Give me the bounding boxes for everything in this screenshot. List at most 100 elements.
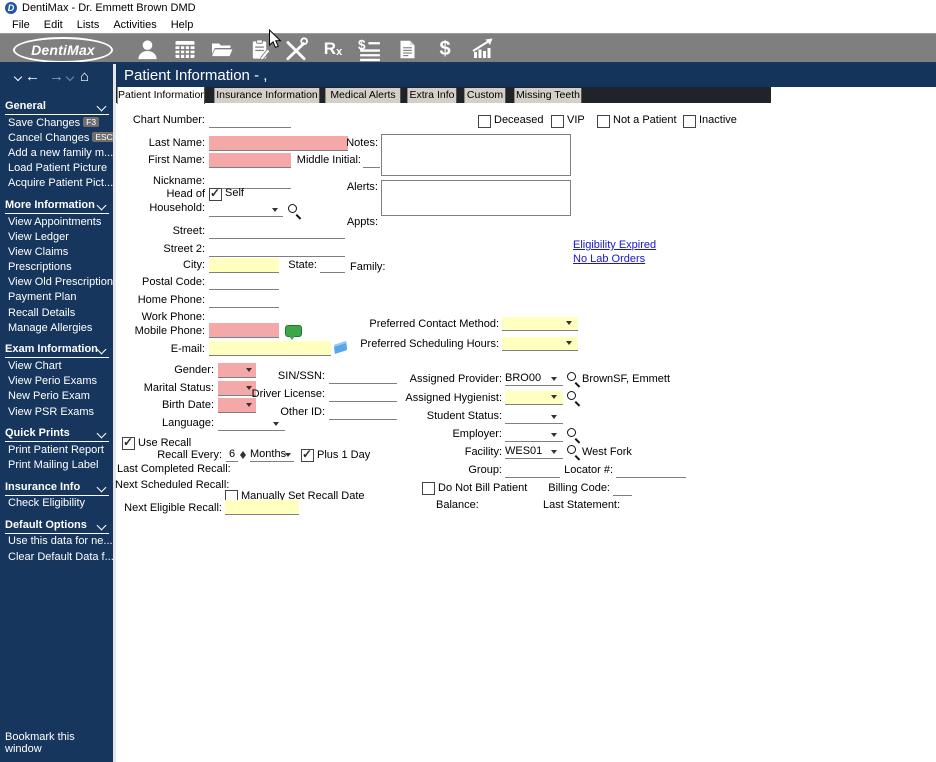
other-id-input[interactable]: [329, 406, 397, 420]
dropdown-arrow-icon[interactable]: [551, 377, 557, 384]
menu-activities[interactable]: Activities: [106, 19, 163, 31]
menu-lists[interactable]: Lists: [70, 19, 107, 31]
use-recall-checkbox[interactable]: [122, 437, 135, 450]
section-header-insurance-info[interactable]: Insurance Info: [5, 478, 109, 496]
locator-input[interactable]: [616, 464, 686, 478]
plus-one-day-checkbox[interactable]: [301, 449, 314, 462]
middle-initial-input[interactable]: [363, 154, 380, 168]
nickname-input[interactable]: [209, 175, 291, 189]
section-header-quick-prints[interactable]: Quick Prints: [5, 424, 109, 442]
send-email-icon[interactable]: [334, 341, 347, 354]
sidebar-item-manage-allergies[interactable]: Manage Allergies: [5, 320, 109, 335]
sidebar-item-print-mailing-label[interactable]: Print Mailing Label: [5, 457, 109, 472]
eligibility-expired-link[interactable]: Eligibility Expired: [573, 239, 656, 251]
do-not-bill-checkbox[interactable]: [422, 482, 435, 495]
recall-every-input[interactable]: 6: [226, 448, 238, 462]
tab-custom[interactable]: Custom: [464, 88, 506, 103]
section-header-general[interactable]: General: [5, 97, 109, 115]
dropdown-arrow-icon[interactable]: [566, 341, 572, 348]
sidebar-item-print-patient-report[interactable]: Print Patient Report: [5, 442, 109, 457]
self-checkbox[interactable]: [209, 188, 222, 201]
home-phone-input[interactable]: [209, 294, 279, 308]
not-a-patient-checkbox[interactable]: [597, 115, 610, 128]
sidebar-item-acquire-patient-picture[interactable]: Acquire Patient Pict...: [5, 176, 109, 191]
search-magnifier-icon[interactable]: [288, 204, 302, 218]
sidebar-item-view-chart[interactable]: View Chart: [5, 358, 109, 373]
first-name-input[interactable]: [209, 153, 291, 168]
fee-list-icon[interactable]: $: [356, 36, 382, 62]
sidebar-item-view-claims[interactable]: View Claims: [5, 244, 109, 259]
schedule-icon[interactable]: [172, 36, 198, 62]
chart-number-input[interactable]: [209, 114, 291, 128]
notes-textarea[interactable]: [381, 134, 571, 176]
section-header-default-options[interactable]: Default Options: [5, 516, 109, 534]
prescriptions-rx-icon[interactable]: Rx: [320, 36, 346, 62]
driver-license-input[interactable]: [329, 388, 397, 402]
reports-chart-icon[interactable]: [470, 36, 496, 62]
dropdown-arrow-icon[interactable]: [551, 395, 557, 402]
section-header-more-information[interactable]: More Information: [5, 196, 109, 214]
dropdown-arrow-icon[interactable]: [272, 208, 278, 215]
patient-icon[interactable]: [134, 36, 160, 62]
dropdown-arrow-icon[interactable]: [566, 321, 572, 328]
section-header-exam-information[interactable]: Exam Information: [5, 340, 109, 358]
tab-missing-teeth[interactable]: Missing Teeth: [514, 88, 582, 103]
sidebar-item-use-data-for-new[interactable]: Use this data for ne...: [5, 534, 109, 549]
search-magnifier-icon[interactable]: [567, 445, 581, 459]
dropdown-arrow-icon[interactable]: [246, 368, 252, 375]
sidebar-item-new-perio-exam[interactable]: New Perio Exam: [5, 389, 109, 404]
sidebar-item-save-changes[interactable]: Save ChangesF3: [5, 115, 109, 130]
sidebar-item-view-old-prescriptions[interactable]: View Old Prescriptions: [5, 275, 109, 290]
sidebar-splitter[interactable]: [113, 64, 116, 762]
chevron-down-icon[interactable]: [14, 73, 22, 81]
vip-checkbox[interactable]: [551, 115, 564, 128]
folder-icon[interactable]: [209, 36, 235, 62]
dropdown-arrow-icon[interactable]: [273, 422, 279, 429]
menu-file[interactable]: File: [5, 19, 37, 31]
sidebar-item-load-patient-picture[interactable]: Load Patient Picture: [5, 161, 109, 176]
next-eligible-recall-input[interactable]: [225, 500, 299, 515]
deceased-checkbox[interactable]: [478, 115, 491, 128]
state-input[interactable]: [320, 259, 345, 273]
sidebar-item-clear-default-data[interactable]: Clear Default Data f...: [5, 549, 109, 564]
sidebar-item-recall-details[interactable]: Recall Details: [5, 305, 109, 320]
email-input[interactable]: [209, 341, 331, 356]
tab-medical-alerts[interactable]: Medical Alerts: [325, 88, 401, 103]
billing-code-input[interactable]: [613, 482, 632, 496]
sidebar-item-view-ledger[interactable]: View Ledger: [5, 229, 109, 244]
dropdown-arrow-icon[interactable]: [551, 415, 557, 422]
last-name-input[interactable]: [209, 136, 348, 151]
tab-patient-information[interactable]: Patient Information: [117, 87, 205, 104]
sidebar-item-payment-plan[interactable]: Payment Plan: [5, 290, 109, 305]
sidebar-item-cancel-changes[interactable]: Cancel ChangesESC: [5, 130, 109, 145]
back-arrow-icon[interactable]: ←: [25, 69, 40, 85]
sidebar-item-add-family-member[interactable]: Add a new family m...: [5, 145, 109, 160]
tab-extra-info[interactable]: Extra Info: [407, 88, 457, 103]
menu-help[interactable]: Help: [164, 19, 201, 31]
inactive-checkbox[interactable]: [683, 115, 696, 128]
alerts-textarea[interactable]: [381, 180, 571, 216]
document-icon[interactable]: [394, 36, 420, 62]
dropdown-arrow-icon[interactable]: [246, 403, 252, 410]
no-lab-orders-link[interactable]: No Lab Orders: [573, 253, 645, 265]
forward-arrow-icon[interactable]: →: [49, 69, 64, 85]
payments-dollar-icon[interactable]: $: [432, 36, 458, 62]
group-input[interactable]: [505, 464, 560, 478]
home-icon[interactable]: ⌂: [80, 69, 89, 85]
tab-insurance-information[interactable]: Insurance Information: [214, 88, 320, 103]
sin-ssn-input[interactable]: [329, 370, 397, 384]
dropdown-arrow-icon[interactable]: [551, 450, 557, 457]
bookmark-this-window[interactable]: Bookmark this window: [5, 731, 113, 755]
dental-tools-icon[interactable]: [283, 36, 309, 62]
sms-chat-icon[interactable]: [285, 325, 302, 337]
postal-code-input[interactable]: [209, 276, 279, 290]
mobile-phone-input[interactable]: [209, 323, 279, 338]
street2-input[interactable]: [209, 243, 345, 257]
sidebar-item-check-eligibility[interactable]: Check Eligibility: [5, 496, 109, 511]
sidebar-item-view-appointments[interactable]: View Appointments: [5, 214, 109, 229]
city-input[interactable]: [209, 258, 279, 273]
sidebar-item-view-psr-exams[interactable]: View PSR Exams: [5, 404, 109, 419]
search-magnifier-icon[interactable]: [567, 372, 581, 386]
sidebar-item-prescriptions[interactable]: Prescriptions: [5, 260, 109, 275]
spinner-up-down-icon[interactable]: [239, 448, 248, 461]
